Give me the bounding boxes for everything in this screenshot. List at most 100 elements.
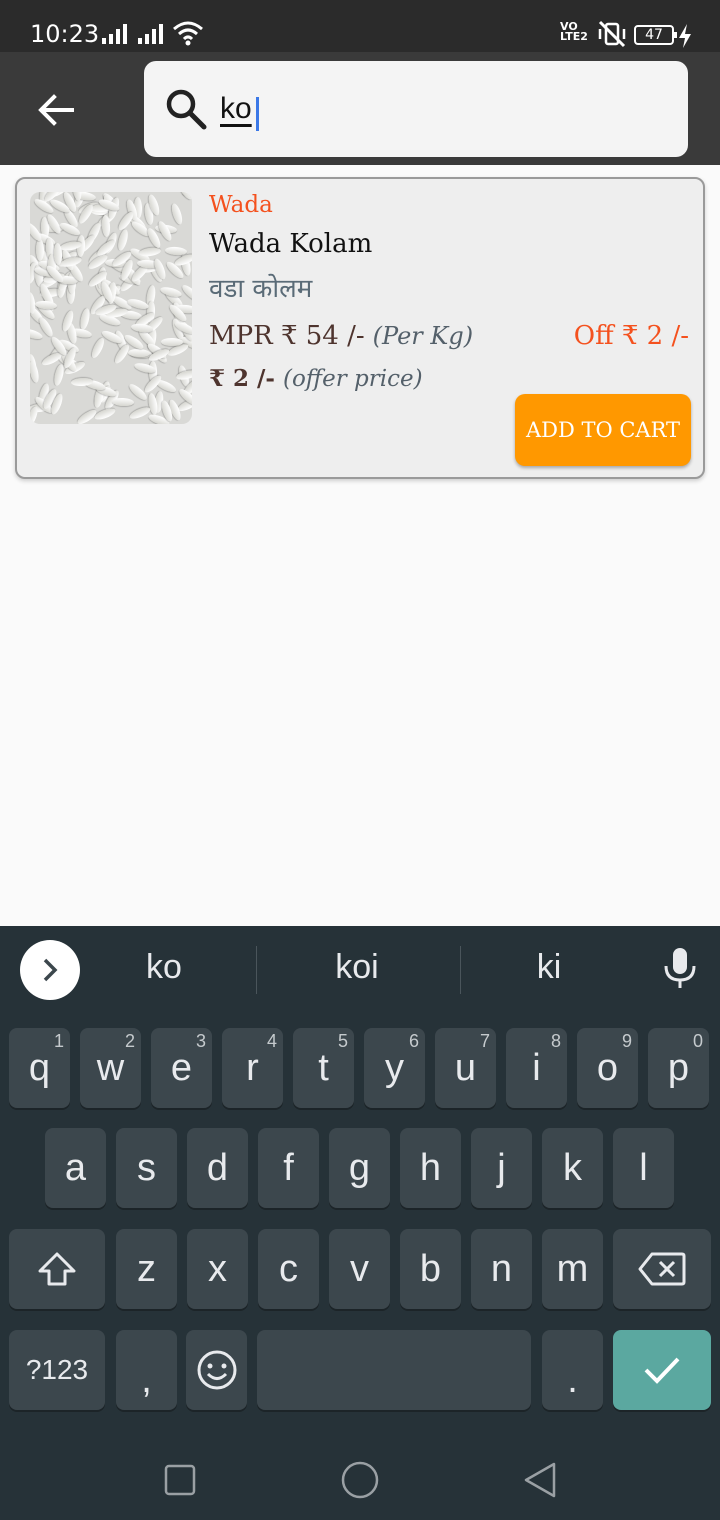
key-f[interactable]: f [258, 1128, 319, 1208]
key-l[interactable]: l [613, 1128, 674, 1208]
comma-key[interactable]: , [116, 1330, 177, 1410]
key-label: b [419, 1247, 442, 1290]
key-q[interactable]: q1 [9, 1028, 70, 1108]
key-d[interactable]: d [187, 1128, 248, 1208]
divider [460, 946, 461, 994]
key-s[interactable]: s [116, 1128, 177, 1208]
key-label: l [639, 1146, 648, 1189]
rice-grain [93, 406, 117, 423]
offer-price-label: (offer price) [282, 366, 423, 392]
key-label: g [348, 1146, 371, 1189]
key-k[interactable]: k [542, 1128, 603, 1208]
shift-icon [38, 1252, 76, 1286]
key-r[interactable]: r4 [222, 1028, 283, 1108]
key-v[interactable]: v [329, 1229, 390, 1309]
key-i[interactable]: i8 [506, 1028, 567, 1108]
discount-label: Off ₹ 2 /- [573, 321, 689, 351]
key-o[interactable]: o9 [577, 1028, 638, 1108]
offer-price: ₹ 2 /- [209, 365, 275, 392]
shift-key[interactable] [9, 1229, 105, 1309]
rice-grain [52, 363, 65, 387]
key-hint: 9 [621, 1031, 632, 1051]
app-bar: ko [0, 52, 720, 165]
key-label: j [497, 1146, 506, 1189]
key-label: a [64, 1146, 87, 1189]
period-key[interactable]: . [542, 1330, 603, 1410]
key-z[interactable]: z [116, 1229, 177, 1309]
key-label: m [556, 1247, 589, 1290]
key-label: w [96, 1046, 125, 1089]
symbols-key-label: ?123 [25, 1354, 89, 1385]
key-label: t [318, 1046, 329, 1089]
volte-icon: VO LTE2 [560, 20, 588, 43]
key-label: f [283, 1146, 294, 1189]
suggestion-3[interactable]: ki [479, 948, 619, 987]
rice-grain [30, 326, 44, 341]
key-w[interactable]: w2 [80, 1028, 141, 1108]
search-input[interactable]: ko [220, 83, 660, 135]
mrp-price: MPR ₹ 54 /- [209, 321, 365, 351]
emoji-key[interactable] [186, 1330, 247, 1410]
backspace-icon [638, 1252, 686, 1286]
key-j[interactable]: j [471, 1128, 532, 1208]
key-hint: 7 [479, 1031, 490, 1051]
rice-grain [116, 228, 130, 252]
key-c[interactable]: c [258, 1229, 319, 1309]
price-unit: (Per Kg) [372, 322, 474, 350]
key-x[interactable]: x [187, 1229, 248, 1309]
chevron-right-icon [43, 958, 58, 982]
key-b[interactable]: b [400, 1229, 461, 1309]
key-u[interactable]: u7 [435, 1028, 496, 1108]
key-hint: 3 [195, 1031, 206, 1051]
rice-grain [160, 337, 183, 347]
add-to-cart-button[interactable]: ADD TO CART [515, 394, 691, 466]
key-label: q [28, 1046, 51, 1089]
offer-row: ₹ 2 /- (offer price) [209, 365, 423, 392]
suggestion-2[interactable]: koi [287, 948, 427, 987]
divider [256, 946, 257, 994]
enter-key[interactable] [613, 1330, 711, 1410]
key-label: n [490, 1247, 513, 1290]
key-label: s [137, 1146, 156, 1189]
key-label: r [246, 1046, 259, 1089]
back-button[interactable] [28, 82, 84, 138]
space-key[interactable] [257, 1330, 531, 1410]
product-name: Wada Kolam [209, 229, 373, 259]
product-brand: Wada [209, 192, 273, 218]
suggestion-bar: ko koi ki [0, 926, 720, 1018]
product-name-hindi: वडा कोलम [209, 274, 313, 304]
charging-icon [679, 24, 691, 48]
mrp-row: MPR ₹ 54 /- (Per Kg) [209, 321, 473, 351]
rice-grain [127, 404, 152, 421]
key-label: p [667, 1046, 690, 1089]
key-g[interactable]: g [329, 1128, 390, 1208]
product-card[interactable]: Wada Wada Kolam वडा कोलम MPR ₹ 54 /- (Per… [15, 177, 705, 479]
key-e[interactable]: e3 [151, 1028, 212, 1108]
key-m[interactable]: m [542, 1229, 603, 1309]
key-p[interactable]: p0 [648, 1028, 709, 1108]
symbols-key[interactable]: ?123 [9, 1330, 105, 1410]
key-a[interactable]: a [45, 1128, 106, 1208]
signal-icon [102, 22, 127, 44]
backspace-key[interactable] [613, 1229, 711, 1309]
home-icon[interactable] [340, 1460, 380, 1500]
search-box[interactable]: ko [144, 61, 688, 157]
key-label: u [454, 1046, 477, 1089]
key-hint: 6 [408, 1031, 419, 1051]
key-h[interactable]: h [400, 1128, 461, 1208]
key-label: v [350, 1247, 369, 1290]
key-n[interactable]: n [471, 1229, 532, 1309]
key-y[interactable]: y6 [364, 1028, 425, 1108]
key-label: k [563, 1146, 582, 1189]
key-hint: 4 [266, 1031, 277, 1051]
key-hint: 2 [124, 1031, 135, 1051]
key-label: h [419, 1146, 442, 1189]
suggestion-1[interactable]: ko [94, 948, 234, 987]
back-nav-icon[interactable] [522, 1462, 558, 1498]
microphone-icon[interactable] [662, 946, 698, 990]
product-image [30, 192, 192, 424]
key-t[interactable]: t5 [293, 1028, 354, 1108]
recents-icon[interactable] [164, 1464, 196, 1496]
expand-toolbar-button[interactable] [20, 940, 80, 1000]
key-label: c [279, 1247, 298, 1290]
